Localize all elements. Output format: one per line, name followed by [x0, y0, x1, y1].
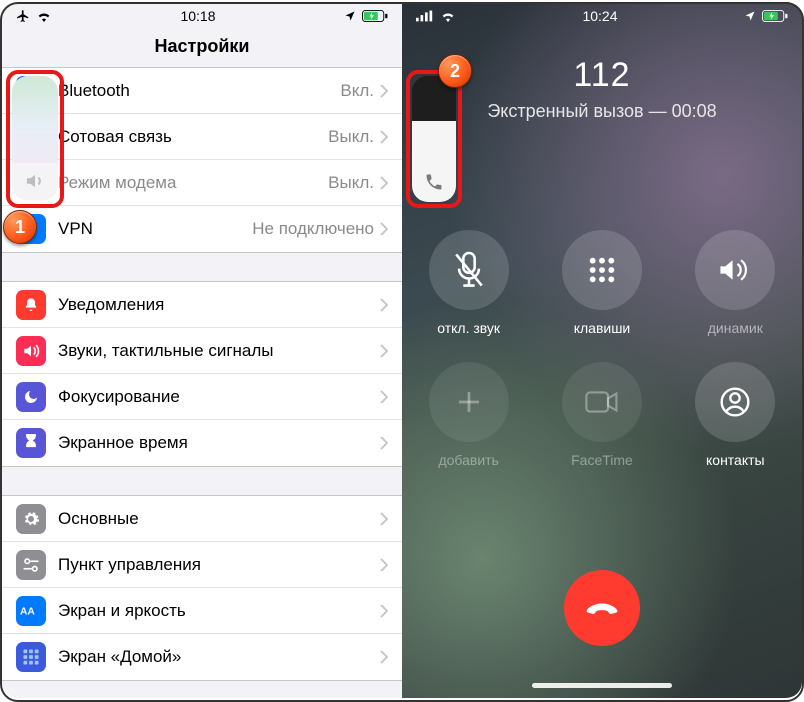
button-label: клавиши: [574, 320, 631, 336]
status-bar: 10:18: [2, 2, 402, 30]
row-label: Основные: [58, 509, 380, 529]
chevron-right-icon: [380, 390, 388, 404]
settings-group-notifications: Уведомления Звуки, тактильные сигналы Фо: [2, 281, 402, 467]
row-label: Звуки, тактильные сигналы: [58, 341, 380, 361]
contacts-button[interactable]: контакты: [695, 362, 775, 468]
row-value: Выкл.: [328, 127, 374, 147]
button-label: FaceTime: [571, 452, 633, 468]
button-label: контакты: [706, 452, 765, 468]
wifi-icon: [440, 10, 456, 22]
row-label: Фокусирование: [58, 387, 380, 407]
button-label: динамик: [708, 320, 763, 336]
row-value: Выкл.: [328, 173, 374, 193]
bell-icon: [16, 290, 46, 320]
facetime-button[interactable]: FaceTime: [562, 362, 642, 468]
home-indicator[interactable]: [532, 683, 672, 688]
row-display[interactable]: AA Экран и яркость: [2, 588, 402, 634]
moon-icon: [16, 382, 46, 412]
settings-screen: 10:18 Настройки Bluetooth Вкл.: [2, 2, 402, 698]
aa-icon: AA: [16, 596, 46, 626]
row-screentime[interactable]: Экранное время: [2, 420, 402, 466]
location-icon: [744, 10, 756, 22]
call-subtitle: Экстренный вызов — 00:08: [402, 101, 802, 122]
add-call-button[interactable]: добавить: [429, 362, 509, 468]
chevron-right-icon: [380, 222, 388, 236]
row-vpn[interactable]: VPN VPN Не подключено: [2, 206, 402, 252]
chevron-right-icon: [380, 604, 388, 618]
svg-text:AA: AA: [20, 606, 35, 617]
row-notifications[interactable]: Уведомления: [2, 282, 402, 328]
row-label: Режим модема: [58, 173, 328, 193]
row-label: Экранное время: [58, 433, 380, 453]
settings-group-general: Основные Пункт управления AA Экран и ярк…: [2, 495, 402, 681]
chevron-right-icon: [380, 558, 388, 572]
chevron-right-icon: [380, 436, 388, 450]
switches-icon: [16, 550, 46, 580]
wifi-icon: [36, 10, 52, 22]
location-icon: [344, 10, 356, 22]
sound-icon: [16, 336, 46, 366]
row-label: Сотовая связь: [58, 127, 328, 147]
end-call-button[interactable]: [564, 570, 640, 646]
chevron-right-icon: [380, 176, 388, 190]
row-label: Уведомления: [58, 295, 380, 315]
button-label: откл. звук: [437, 320, 500, 336]
annotation-badge-2: 2: [438, 54, 472, 88]
call-screen: 10:24 112 Экстренный вызов — 00:08 откл.…: [402, 2, 802, 698]
row-focus[interactable]: Фокусирование: [2, 374, 402, 420]
signal-icon: [416, 10, 434, 22]
row-value: Вкл.: [340, 81, 374, 101]
mute-button[interactable]: откл. звук: [429, 230, 509, 336]
row-general[interactable]: Основные: [2, 496, 402, 542]
row-label: VPN: [58, 219, 252, 239]
chevron-right-icon: [380, 298, 388, 312]
page-title: Настройки: [2, 30, 402, 67]
row-label: Пункт управления: [58, 555, 380, 575]
chevron-right-icon: [380, 512, 388, 526]
battery-icon: [762, 10, 788, 22]
row-value: Не подключено: [252, 219, 374, 239]
battery-icon: [362, 10, 388, 22]
button-label: добавить: [438, 452, 498, 468]
keypad-button[interactable]: клавиши: [562, 230, 642, 336]
row-label: Bluetooth: [58, 81, 340, 101]
status-time: 10:24: [582, 8, 617, 24]
speaker-button[interactable]: динамик: [695, 230, 775, 336]
row-home-screen[interactable]: Экран «Домой»: [2, 634, 402, 680]
row-label: Экран «Домой»: [58, 647, 380, 667]
chevron-right-icon: [380, 650, 388, 664]
chevron-right-icon: [380, 84, 388, 98]
airplane-icon: [16, 9, 30, 23]
status-time: 10:18: [180, 8, 215, 24]
chevron-right-icon: [380, 130, 388, 144]
chevron-right-icon: [380, 344, 388, 358]
hourglass-icon: [16, 428, 46, 458]
grid-icon: [16, 642, 46, 672]
row-sounds[interactable]: Звуки, тактильные сигналы: [2, 328, 402, 374]
annotation-box-1: [6, 70, 64, 208]
status-bar: 10:24: [402, 2, 802, 30]
gear-icon: [16, 504, 46, 534]
annotation-badge-1: 1: [3, 210, 37, 244]
annotation-box-2: [406, 70, 462, 208]
row-label: Экран и яркость: [58, 601, 380, 621]
row-control-center[interactable]: Пункт управления: [2, 542, 402, 588]
